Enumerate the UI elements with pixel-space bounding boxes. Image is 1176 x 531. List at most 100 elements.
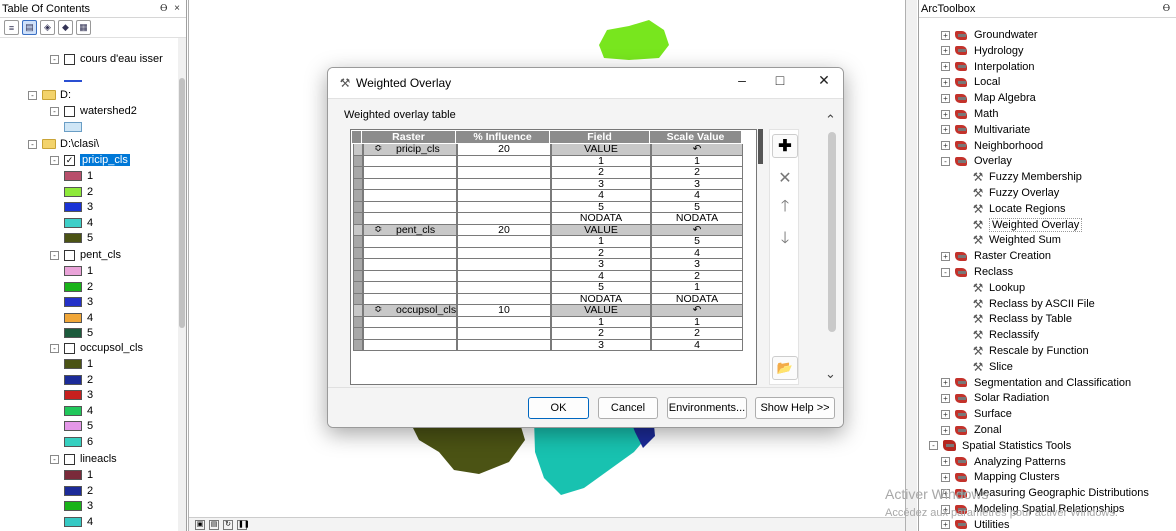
list-by-selection-icon[interactable]: ◆ xyxy=(58,20,73,35)
collapse-toggle-icon[interactable]: - xyxy=(50,343,59,353)
cell-scale[interactable]: 1 xyxy=(651,282,743,294)
scale-row[interactable]: 42 xyxy=(352,270,750,282)
collapse-raster-icon[interactable]: ≎ xyxy=(374,304,382,315)
options-icon[interactable]: ▦ xyxy=(76,20,91,35)
open-folder-icon[interactable]: 📂 xyxy=(772,356,798,380)
row-handle[interactable] xyxy=(353,144,363,156)
toc-pin-close-controls[interactable]: Ⲑ × xyxy=(160,3,182,14)
minimize-button[interactable]: – xyxy=(731,72,753,88)
legend-swatch[interactable] xyxy=(64,405,82,416)
toolset-item[interactable]: + Neighborhood xyxy=(941,138,1043,154)
tool-item[interactable]: ⚒ Fuzzy Overlay xyxy=(971,185,1060,201)
scroll-down-icon[interactable]: ⌄ xyxy=(825,366,836,382)
legend-swatch[interactable] xyxy=(64,359,82,369)
toc-layer-pent-cls[interactable]: - pent_cls xyxy=(50,247,121,263)
cell-influence[interactable] xyxy=(457,178,551,190)
list-by-visibility-icon[interactable]: ◈ xyxy=(40,20,55,35)
row-handle[interactable] xyxy=(353,190,363,202)
raster-row[interactable]: ≎ pricip_cls 20 VALUE ↶ xyxy=(352,143,750,156)
toolset-item[interactable]: + Groundwater xyxy=(941,27,1038,43)
scale-row[interactable]: 24 xyxy=(352,247,750,259)
expand-icon[interactable]: + xyxy=(941,46,950,56)
move-down-icon[interactable]: 🡓 xyxy=(772,228,798,252)
toc-folder-clasi[interactable]: - D:\clasi\ xyxy=(28,136,99,152)
cell-influence[interactable] xyxy=(457,167,551,179)
tool-item[interactable]: ⚒ Lookup xyxy=(971,280,1025,296)
scale-row[interactable]: 15 xyxy=(352,236,750,248)
expand-icon[interactable]: + xyxy=(941,520,950,530)
toolset-item[interactable]: - Reclass xyxy=(941,264,1013,280)
row-handle[interactable] xyxy=(353,167,363,179)
show-help-button[interactable]: Show Help >> xyxy=(755,397,835,419)
weighted-overlay-table[interactable]: Raster % Influence Field Scale Value ≎ pr… xyxy=(350,129,757,385)
expand-icon[interactable]: + xyxy=(941,109,950,119)
legend-swatch[interactable] xyxy=(64,186,82,197)
list-by-drawing-order-icon[interactable]: ≡ xyxy=(4,20,19,35)
add-raster-icon[interactable]: ✚ xyxy=(772,134,798,158)
cell-scale[interactable]: 3 xyxy=(651,259,743,271)
toolset-item[interactable]: + Zonal xyxy=(941,422,1002,438)
toolset-item[interactable]: + Analyzing Patterns xyxy=(941,454,1066,470)
cell-influence[interactable] xyxy=(457,259,551,271)
row-handle[interactable] xyxy=(353,213,363,225)
cell-influence[interactable] xyxy=(457,190,551,202)
legend-swatch[interactable] xyxy=(64,470,82,480)
tool-item[interactable]: ⚒ Slice xyxy=(971,359,1013,375)
toolset-item[interactable]: + Solar Radiation xyxy=(941,390,1049,406)
collapse-icon[interactable]: - xyxy=(929,441,938,451)
scale-row[interactable]: 22 xyxy=(352,167,750,179)
legend-swatch[interactable] xyxy=(64,374,82,385)
pause-icon[interactable]: ❚❚ xyxy=(237,519,250,530)
map-vertical-scrollbar[interactable] xyxy=(906,0,917,531)
expand-icon[interactable]: + xyxy=(941,62,950,72)
layer-visibility-checkbox[interactable] xyxy=(64,342,75,354)
collapse-toggle-icon[interactable]: - xyxy=(50,106,59,116)
tool-item[interactable]: ⚒ Reclass by ASCII File xyxy=(971,296,1095,312)
polygon-symbol[interactable] xyxy=(64,119,87,135)
environments-button[interactable]: Environments... xyxy=(667,397,747,419)
row-handle[interactable] xyxy=(353,259,363,271)
collapse-toggle-icon[interactable]: - xyxy=(50,250,59,260)
toolset-item[interactable]: + Surface xyxy=(941,406,1012,422)
row-handle[interactable] xyxy=(353,328,363,340)
toc-scroll-thumb[interactable] xyxy=(179,78,185,328)
cell-influence[interactable] xyxy=(457,328,551,340)
toc-layer-lineacls[interactable]: - lineacls xyxy=(50,451,117,467)
row-handle[interactable] xyxy=(353,224,363,236)
cell-scale[interactable]: 5 xyxy=(651,236,743,248)
cell-influence[interactable] xyxy=(457,339,551,351)
cell-influence[interactable] xyxy=(457,247,551,259)
cell-influence[interactable] xyxy=(457,236,551,248)
legend-swatch[interactable] xyxy=(64,312,82,323)
cell-scale[interactable]: 2 xyxy=(651,167,743,179)
refresh-icon[interactable]: ↻ xyxy=(223,519,233,530)
layer-visibility-checkbox[interactable] xyxy=(64,249,75,261)
expand-icon[interactable]: + xyxy=(941,251,950,261)
row-handle[interactable] xyxy=(353,293,363,305)
cell-influence[interactable] xyxy=(457,316,551,328)
collapse-icon[interactable]: - xyxy=(941,267,950,277)
cell-influence[interactable] xyxy=(457,270,551,282)
cell-influence[interactable]: 20 xyxy=(457,224,551,236)
collapse-raster-icon[interactable]: ≎ xyxy=(374,224,382,235)
scale-row[interactable]: 34 xyxy=(352,339,750,351)
expand-icon[interactable]: + xyxy=(941,425,950,435)
legend-swatch[interactable] xyxy=(64,202,82,212)
maximize-button[interactable]: □ xyxy=(769,72,791,88)
layer-visibility-checkbox[interactable]: ✓ xyxy=(64,154,75,166)
tool-item[interactable]: ⚒ Fuzzy Membership xyxy=(971,169,1082,185)
dialog-scroll-thumb[interactable] xyxy=(828,132,836,332)
tool-item[interactable]: ⚒ Weighted Sum xyxy=(971,232,1061,248)
cell-scale[interactable]: NODATA xyxy=(651,213,743,225)
toc-layer-watershed2[interactable]: - watershed2 xyxy=(50,103,137,119)
toc-layer-occupsol-cls[interactable]: - occupsol_cls xyxy=(50,340,143,356)
row-handle[interactable] xyxy=(353,201,363,213)
collapse-toggle-icon[interactable]: - xyxy=(50,454,59,464)
toolset-item[interactable]: + Interpolation xyxy=(941,59,1035,75)
row-handle[interactable] xyxy=(353,155,363,167)
cell-influence[interactable] xyxy=(457,201,551,213)
toolset-item[interactable]: + Local xyxy=(941,74,1000,90)
legend-swatch[interactable] xyxy=(64,328,82,338)
cell-influence[interactable]: 10 xyxy=(457,305,551,317)
cell-scale[interactable]: ↶ xyxy=(651,144,743,156)
